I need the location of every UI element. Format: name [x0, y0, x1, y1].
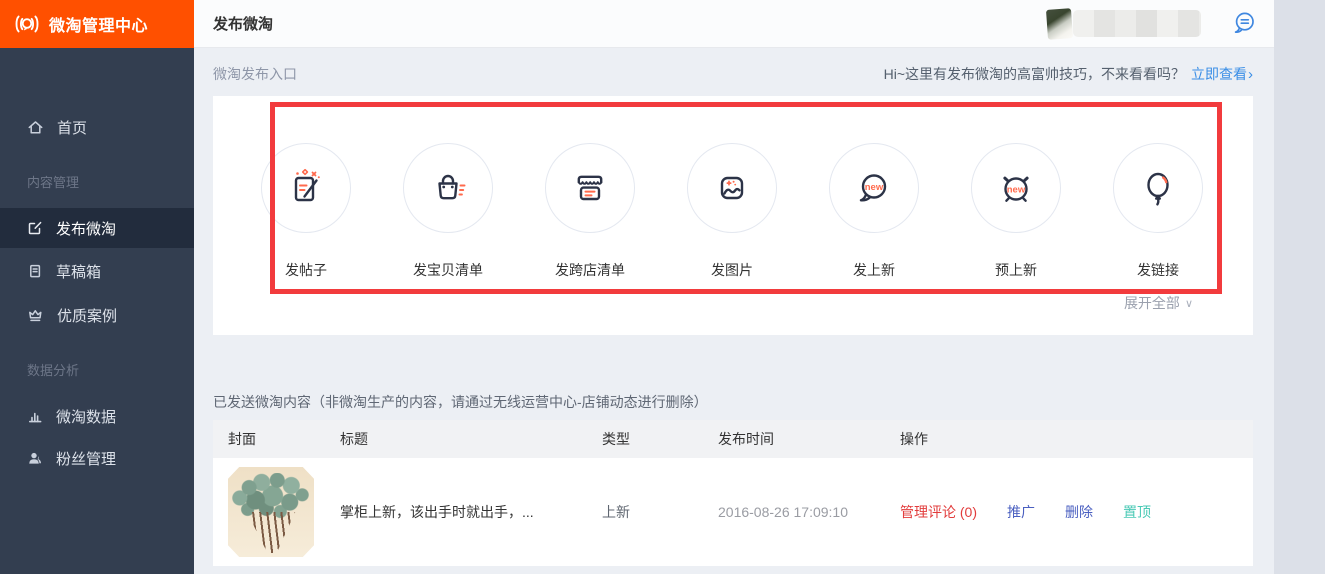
row-publish-time: 2016-08-26 17:09:10 — [718, 504, 900, 520]
alarm-new-icon: new — [971, 143, 1061, 233]
topbar: 发布微淘 — [194, 0, 1274, 48]
sidebar-item-cases[interactable]: 优质案例 — [0, 295, 194, 335]
cover-cell — [213, 467, 340, 557]
svg-text:new: new — [865, 182, 884, 193]
sidebar-section-content: 内容管理 — [0, 175, 194, 191]
publish-entry-panel: 发帖子 — [213, 96, 1253, 335]
broadcast-icon — [13, 13, 41, 35]
cross-shop-list-icon — [545, 143, 635, 233]
manage-comments-link[interactable]: 管理评论 (0) — [900, 502, 977, 522]
avatar — [1046, 8, 1073, 40]
section-title-sent-content: 已发送微淘内容（非微淘生产的内容，请通过无线运营中心-店铺动态进行删除） — [213, 392, 1253, 412]
user-name-blurred — [1073, 10, 1201, 37]
col-header-publish-time: 发布时间 — [718, 429, 900, 449]
sidebar-item-label: 草稿箱 — [56, 261, 101, 282]
col-header-actions: 操作 — [900, 429, 1253, 449]
section-title-publish-entry: 微淘发布入口 — [213, 64, 297, 84]
col-header-cover: 封面 — [213, 429, 340, 449]
sidebar-item-fans[interactable]: 粉丝管理 — [0, 438, 194, 478]
col-header-type: 类型 — [602, 429, 718, 449]
sidebar-nav: 首页 内容管理 发布微淘 — [0, 107, 194, 478]
sidebar-item-stats[interactable]: 微淘数据 — [0, 396, 194, 436]
sidebar-item-label: 发布微淘 — [56, 218, 116, 239]
post-icon — [261, 143, 351, 233]
sidebar-section-data: 数据分析 — [0, 363, 194, 379]
delete-link[interactable]: 删除 — [1065, 502, 1093, 522]
page: 微淘管理中心 首页 内容管理 — [0, 0, 1274, 574]
table-header-row: 封面 标题 类型 发布时间 操作 — [213, 420, 1253, 458]
sidebar-item-draft[interactable]: 草稿箱 — [0, 251, 194, 291]
expand-all-button[interactable]: 展开全部 ∨ — [1124, 293, 1193, 313]
product-list-icon — [403, 143, 493, 233]
sidebar: 微淘管理中心 首页 内容管理 — [0, 0, 194, 574]
chevron-right-icon: › — [1248, 66, 1253, 83]
sidebar-item-home[interactable]: 首页 — [0, 107, 194, 147]
cover-thumbnail-flowers[interactable] — [228, 467, 314, 557]
chat-bubble-icon[interactable] — [1232, 11, 1257, 36]
view-now-link[interactable]: 立即查看 — [1191, 64, 1247, 84]
sidebar-item-label: 粉丝管理 — [56, 448, 116, 469]
screen: 微淘管理中心 首页 内容管理 — [0, 0, 1325, 574]
sidebar-item-label: 优质案例 — [57, 305, 117, 326]
entry-label: 发链接 — [1137, 260, 1179, 280]
balloon-icon — [1113, 143, 1203, 233]
draft-icon — [27, 263, 43, 279]
publish-entry-list: 发帖子 — [213, 96, 1253, 280]
home-icon — [27, 119, 44, 136]
compose-icon — [27, 220, 43, 236]
table-row: 掌柜上新，该出手时就出手，... 上新 2016-08-26 17:09:10 … — [213, 458, 1253, 566]
entry-label: 发图片 — [711, 260, 753, 280]
tips-text: Hi~这里有发布微淘的高富帅技巧，不来看看吗？ — [884, 64, 1185, 84]
window-right-gutter — [1274, 0, 1325, 574]
entry-product-list[interactable]: 发宝贝清单 — [377, 143, 519, 280]
entry-image[interactable]: 发图片 — [661, 143, 803, 280]
pin-top-link[interactable]: 置顶 — [1123, 502, 1151, 522]
promote-link[interactable]: 推广 — [1007, 502, 1035, 522]
topbar-right — [1047, 9, 1257, 39]
tips-banner: Hi~这里有发布微淘的高富帅技巧，不来看看吗？ 立即查看 › — [884, 64, 1253, 84]
entry-label: 发上新 — [853, 260, 895, 280]
entry-pre-arrival[interactable]: new 预上新 — [945, 143, 1087, 280]
crown-icon — [27, 307, 44, 323]
app-title: 微淘管理中心 — [49, 12, 148, 36]
chevron-down-icon: ∨ — [1185, 297, 1193, 310]
image-icon — [687, 143, 777, 233]
new-bubble-icon: new — [829, 143, 919, 233]
entry-cross-shop-list[interactable]: 发跨店清单 — [519, 143, 661, 280]
entry-label: 发帖子 — [285, 260, 327, 280]
sidebar-item-publish[interactable]: 发布微淘 — [0, 208, 194, 248]
row-title: 掌柜上新，该出手时就出手，... — [340, 502, 602, 522]
page-title: 发布微淘 — [213, 13, 273, 34]
user-account-blurred[interactable] — [1047, 9, 1201, 39]
sidebar-item-label: 微淘数据 — [56, 406, 116, 427]
entry-post[interactable]: 发帖子 — [235, 143, 377, 280]
col-header-title: 标题 — [340, 429, 602, 449]
sent-content-table: 封面 标题 类型 发布时间 操作 掌柜上新，该出手时就 — [213, 420, 1253, 566]
expand-all-label: 展开全部 — [1124, 293, 1180, 313]
entry-label: 发宝贝清单 — [413, 260, 483, 280]
fans-icon — [27, 450, 43, 466]
content: 微淘发布入口 Hi~这里有发布微淘的高富帅技巧，不来看看吗？ 立即查看 › — [194, 48, 1274, 574]
entry-label: 预上新 — [995, 260, 1037, 280]
entry-label: 发跨店清单 — [555, 260, 625, 280]
bar-chart-icon — [27, 408, 43, 424]
flower-stems — [243, 512, 298, 553]
publish-entry-header: 微淘发布入口 Hi~这里有发布微淘的高富帅技巧，不来看看吗？ 立即查看 › — [213, 64, 1253, 84]
row-type: 上新 — [602, 502, 718, 522]
main-area: 发布微淘 — [194, 0, 1274, 574]
app-logo[interactable]: 微淘管理中心 — [0, 0, 194, 48]
svg-text:new: new — [1007, 185, 1026, 196]
row-actions: 管理评论 (0) 推广 删除 置顶 — [900, 502, 1253, 522]
entry-link[interactable]: 发链接 — [1087, 143, 1229, 280]
sidebar-item-label: 首页 — [57, 117, 87, 138]
entry-new-arrival[interactable]: new 发上新 — [803, 143, 945, 280]
